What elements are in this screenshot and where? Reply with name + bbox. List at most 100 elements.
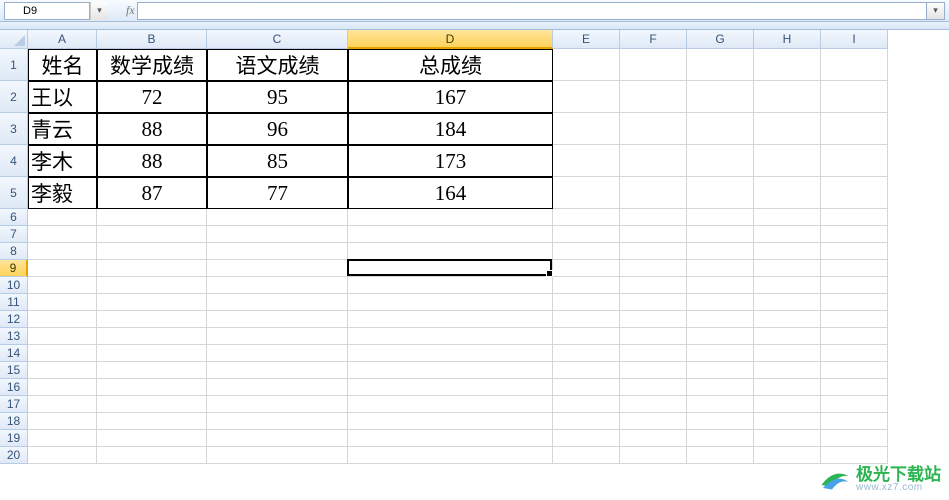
cells-area[interactable]: 姓名数学成绩语文成绩总成绩王以7295167青云8896184李木8885173… <box>28 49 949 500</box>
cell-G13[interactable] <box>687 328 754 345</box>
table-cell-B3[interactable]: 88 <box>97 113 207 145</box>
cell-H6[interactable] <box>754 209 821 226</box>
cell-G17[interactable] <box>687 396 754 413</box>
cell-A13[interactable] <box>28 328 97 345</box>
cell-B11[interactable] <box>97 294 207 311</box>
cell-C17[interactable] <box>207 396 348 413</box>
cell-C7[interactable] <box>207 226 348 243</box>
column-header-G[interactable]: G <box>687 30 754 49</box>
table-cell-C5[interactable]: 77 <box>207 177 348 209</box>
cell-D7[interactable] <box>348 226 553 243</box>
row-header-9[interactable]: 9 <box>0 260 28 277</box>
table-cell-C2[interactable]: 95 <box>207 81 348 113</box>
cell-D12[interactable] <box>348 311 553 328</box>
cell-I7[interactable] <box>821 226 888 243</box>
cell-A10[interactable] <box>28 277 97 294</box>
cell-F4[interactable] <box>620 145 687 177</box>
table-cell-A5[interactable]: 李毅 <box>28 177 97 209</box>
cell-C16[interactable] <box>207 379 348 396</box>
cell-E12[interactable] <box>553 311 620 328</box>
cell-F16[interactable] <box>620 379 687 396</box>
cell-G6[interactable] <box>687 209 754 226</box>
cell-H11[interactable] <box>754 294 821 311</box>
cell-H5[interactable] <box>754 177 821 209</box>
cell-A8[interactable] <box>28 243 97 260</box>
table-cell-B5[interactable]: 87 <box>97 177 207 209</box>
table-cell-D5[interactable]: 164 <box>348 177 553 209</box>
cell-C6[interactable] <box>207 209 348 226</box>
select-all-corner[interactable] <box>0 30 28 49</box>
cell-E8[interactable] <box>553 243 620 260</box>
cell-B7[interactable] <box>97 226 207 243</box>
cell-C15[interactable] <box>207 362 348 379</box>
row-header-6[interactable]: 6 <box>0 209 28 226</box>
cell-I20[interactable] <box>821 447 888 464</box>
cell-E15[interactable] <box>553 362 620 379</box>
cell-F9[interactable] <box>620 260 687 277</box>
row-header-13[interactable]: 13 <box>0 328 28 345</box>
cell-E20[interactable] <box>553 447 620 464</box>
row-header-7[interactable]: 7 <box>0 226 28 243</box>
spreadsheet-grid[interactable]: ABCDEFGHI 123456789101112131415161718192… <box>0 30 949 500</box>
cell-C11[interactable] <box>207 294 348 311</box>
cell-D6[interactable] <box>348 209 553 226</box>
cell-A18[interactable] <box>28 413 97 430</box>
column-header-D[interactable]: D <box>348 30 553 49</box>
row-header-10[interactable]: 10 <box>0 277 28 294</box>
table-cell-A2[interactable]: 王以 <box>28 81 97 113</box>
row-header-2[interactable]: 2 <box>0 81 28 113</box>
cell-F19[interactable] <box>620 430 687 447</box>
row-header-5[interactable]: 5 <box>0 177 28 209</box>
cell-B12[interactable] <box>97 311 207 328</box>
table-cell-C3[interactable]: 96 <box>207 113 348 145</box>
cell-B18[interactable] <box>97 413 207 430</box>
cell-G15[interactable] <box>687 362 754 379</box>
cell-I16[interactable] <box>821 379 888 396</box>
cell-B20[interactable] <box>97 447 207 464</box>
cell-C19[interactable] <box>207 430 348 447</box>
cell-E1[interactable] <box>553 49 620 81</box>
cell-H4[interactable] <box>754 145 821 177</box>
cell-E5[interactable] <box>553 177 620 209</box>
row-header-1[interactable]: 1 <box>0 49 28 81</box>
cell-A20[interactable] <box>28 447 97 464</box>
cell-G1[interactable] <box>687 49 754 81</box>
cell-E18[interactable] <box>553 413 620 430</box>
cell-I13[interactable] <box>821 328 888 345</box>
cell-E7[interactable] <box>553 226 620 243</box>
column-header-F[interactable]: F <box>620 30 687 49</box>
row-header-8[interactable]: 8 <box>0 243 28 260</box>
cell-A7[interactable] <box>28 226 97 243</box>
cell-H19[interactable] <box>754 430 821 447</box>
cell-E14[interactable] <box>553 345 620 362</box>
cell-C8[interactable] <box>207 243 348 260</box>
cell-A12[interactable] <box>28 311 97 328</box>
cell-A19[interactable] <box>28 430 97 447</box>
cell-D20[interactable] <box>348 447 553 464</box>
cell-F7[interactable] <box>620 226 687 243</box>
table-cell-A3[interactable]: 青云 <box>28 113 97 145</box>
cell-H15[interactable] <box>754 362 821 379</box>
cell-G7[interactable] <box>687 226 754 243</box>
cell-G19[interactable] <box>687 430 754 447</box>
cell-F20[interactable] <box>620 447 687 464</box>
row-header-18[interactable]: 18 <box>0 413 28 430</box>
cell-D8[interactable] <box>348 243 553 260</box>
cell-F17[interactable] <box>620 396 687 413</box>
cell-B17[interactable] <box>97 396 207 413</box>
cell-G3[interactable] <box>687 113 754 145</box>
cell-I1[interactable] <box>821 49 888 81</box>
cell-I4[interactable] <box>821 145 888 177</box>
cell-G8[interactable] <box>687 243 754 260</box>
cell-D13[interactable] <box>348 328 553 345</box>
cell-G10[interactable] <box>687 277 754 294</box>
cell-I17[interactable] <box>821 396 888 413</box>
cell-I2[interactable] <box>821 81 888 113</box>
cell-E16[interactable] <box>553 379 620 396</box>
cell-H17[interactable] <box>754 396 821 413</box>
cell-A17[interactable] <box>28 396 97 413</box>
table-cell-A4[interactable]: 李木 <box>28 145 97 177</box>
cell-E9[interactable] <box>553 260 620 277</box>
cell-H12[interactable] <box>754 311 821 328</box>
formula-expand-button[interactable]: ▾ <box>927 2 945 20</box>
